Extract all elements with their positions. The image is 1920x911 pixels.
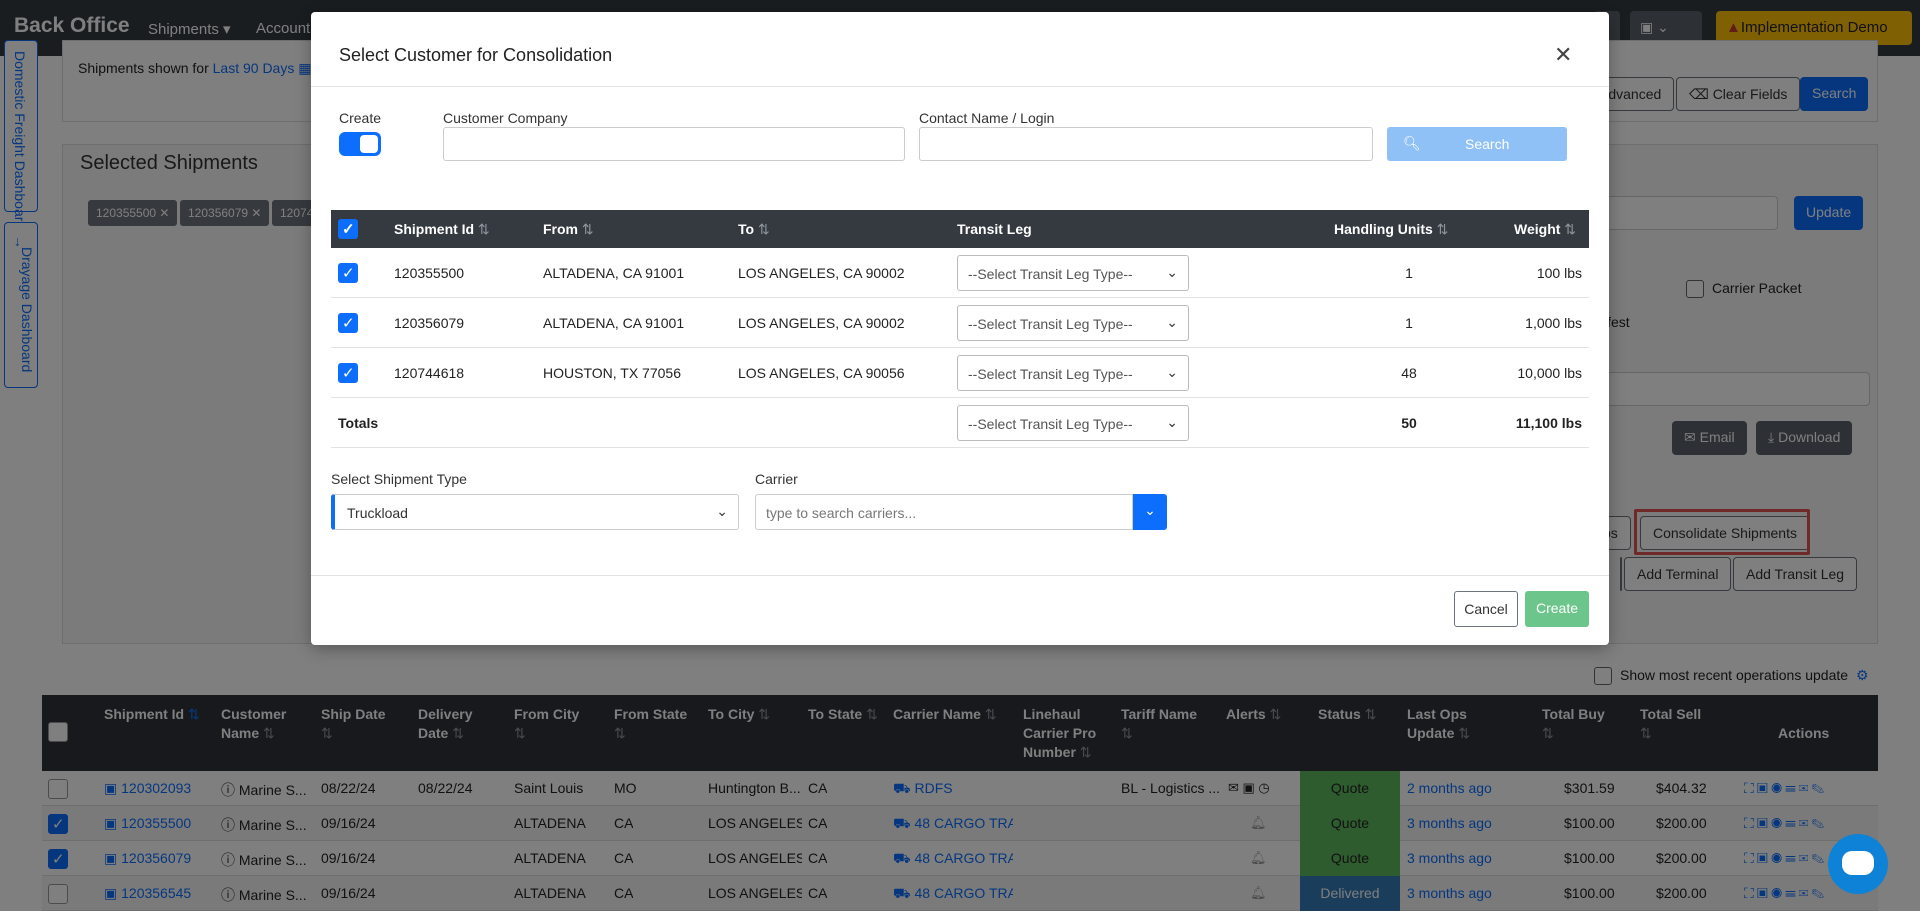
sort-icon[interactable]: ⇅ [582, 221, 594, 237]
transit-leg-value: --Select Transit Leg Type-- [968, 316, 1133, 332]
col-from[interactable]: From ⇅ [543, 221, 594, 238]
chevron-down-icon: ⌄ [1166, 364, 1178, 380]
sort-icon[interactable]: ⇅ [758, 221, 770, 237]
table-header: Shipment Id ⇅ From ⇅ To ⇅ Transit Leg Ha… [331, 210, 1589, 248]
cancel-button[interactable]: Cancel [1454, 591, 1518, 627]
handling-units: 1 [1405, 315, 1413, 331]
sort-icon[interactable]: ⇅ [1564, 221, 1576, 237]
chevron-down-icon: ⌄ [1166, 314, 1178, 330]
totals-transit-leg-select[interactable]: --Select Transit Leg Type-- ⌄ [957, 405, 1189, 441]
table-row[interactable]: 120744618 HOUSTON, TX 77056 LOS ANGELES,… [331, 348, 1589, 398]
contact-name-label: Contact Name / Login [919, 110, 1055, 126]
transit-leg-select[interactable]: --Select Transit Leg Type-- ⌄ [957, 305, 1189, 341]
from-address: ALTADENA, CA 91001 [543, 315, 685, 331]
col-label: Handling Units [1334, 221, 1433, 237]
table-row[interactable]: 120355500 ALTADENA, CA 91001 LOS ANGELES… [331, 248, 1589, 298]
col-handling-units[interactable]: Handling Units ⇅ [1334, 221, 1448, 238]
customer-company-label: Customer Company [443, 110, 568, 126]
close-icon[interactable]: ✕ [1554, 42, 1572, 68]
handling-units: 1 [1405, 265, 1413, 281]
totals-row: Totals --Select Transit Leg Type-- ⌄ 50 1… [331, 398, 1589, 448]
carrier-placeholder: type to search carriers... [766, 505, 917, 521]
search-icon: 🔍︎ [1403, 135, 1421, 151]
transit-leg-value: --Select Transit Leg Type-- [968, 366, 1133, 382]
divider [311, 86, 1609, 87]
search-label: Search [1465, 136, 1510, 152]
shipment-id: 120356079 [394, 315, 465, 331]
chevron-down-icon: ⌄ [1166, 414, 1178, 430]
transit-leg-select[interactable]: --Select Transit Leg Type-- ⌄ [957, 355, 1189, 391]
col-to[interactable]: To ⇅ [738, 221, 770, 238]
shipment-id: 120744618 [394, 365, 465, 381]
to-address: LOS ANGELES, CA 90056 [738, 365, 905, 381]
col-transit-leg: Transit Leg [957, 221, 1032, 237]
chat-icon [1842, 851, 1874, 875]
row-checkbox[interactable] [338, 313, 358, 333]
to-address: LOS ANGELES, CA 90002 [738, 315, 905, 331]
shipment-type-select[interactable]: Truckload ⌄ [331, 494, 739, 530]
col-label: Shipment Id [394, 221, 475, 237]
weight: 1,000 lbs [1525, 315, 1582, 331]
transit-leg-value: --Select Transit Leg Type-- [968, 266, 1133, 282]
sort-icon[interactable]: ⇅ [1437, 221, 1449, 237]
create-button[interactable]: Create [1525, 591, 1589, 627]
carrier-dropdown-button[interactable]: ⌄ [1133, 494, 1167, 530]
carrier-search-input[interactable]: type to search carriers... [755, 494, 1133, 530]
weight: 10,000 lbs [1517, 365, 1582, 381]
row-checkbox[interactable] [338, 363, 358, 383]
customer-search-button[interactable]: 🔍︎ Search [1387, 127, 1567, 161]
customer-company-input[interactable] [443, 127, 905, 161]
chevron-down-icon: ⌄ [1144, 502, 1156, 518]
col-label: To [738, 221, 755, 237]
chevron-down-icon: ⌄ [716, 503, 728, 519]
toggle-knob [360, 135, 378, 153]
transit-leg-value: --Select Transit Leg Type-- [968, 416, 1133, 432]
totals-label: Totals [338, 415, 379, 431]
from-address: HOUSTON, TX 77056 [543, 365, 681, 381]
transit-leg-select[interactable]: --Select Transit Leg Type-- ⌄ [957, 255, 1189, 291]
col-label: From [543, 221, 578, 237]
select-all-checkbox[interactable] [338, 219, 358, 239]
to-address: LOS ANGELES, CA 90002 [738, 265, 905, 281]
chevron-down-icon: ⌄ [1166, 264, 1178, 280]
divider [311, 575, 1609, 576]
carrier-label: Carrier [755, 471, 798, 487]
create-label: Create [339, 110, 382, 126]
col-shipment-id[interactable]: Shipment Id ⇅ [394, 221, 490, 238]
total-weight: 11,100 lbs [1515, 415, 1582, 431]
row-checkbox[interactable] [338, 263, 358, 283]
contact-name-input[interactable] [919, 127, 1373, 161]
modal-title: Select Customer for Consolidation [339, 45, 613, 65]
weight: 100 lbs [1536, 265, 1582, 281]
shipment-id: 120355500 [394, 265, 465, 281]
handling-units: 48 [1401, 365, 1417, 381]
table-row[interactable]: 120356079 ALTADENA, CA 91001 LOS ANGELES… [331, 298, 1589, 348]
total-handling-units: 50 [1401, 415, 1417, 431]
consolidation-table: Shipment Id ⇅ From ⇅ To ⇅ Transit Leg Ha… [331, 210, 1589, 448]
shipment-type-value: Truckload [347, 505, 408, 521]
create-toggle[interactable] [339, 132, 381, 156]
sort-icon[interactable]: ⇅ [478, 221, 490, 237]
from-address: ALTADENA, CA 91001 [543, 265, 685, 281]
consolidation-modal: Select Customer for Consolidation ✕ Crea… [311, 12, 1609, 645]
chat-widget-button[interactable] [1828, 834, 1888, 894]
col-weight[interactable]: Weight ⇅ [1514, 221, 1576, 238]
col-label: Weight [1514, 221, 1561, 237]
shipment-type-label: Select Shipment Type [331, 471, 467, 487]
